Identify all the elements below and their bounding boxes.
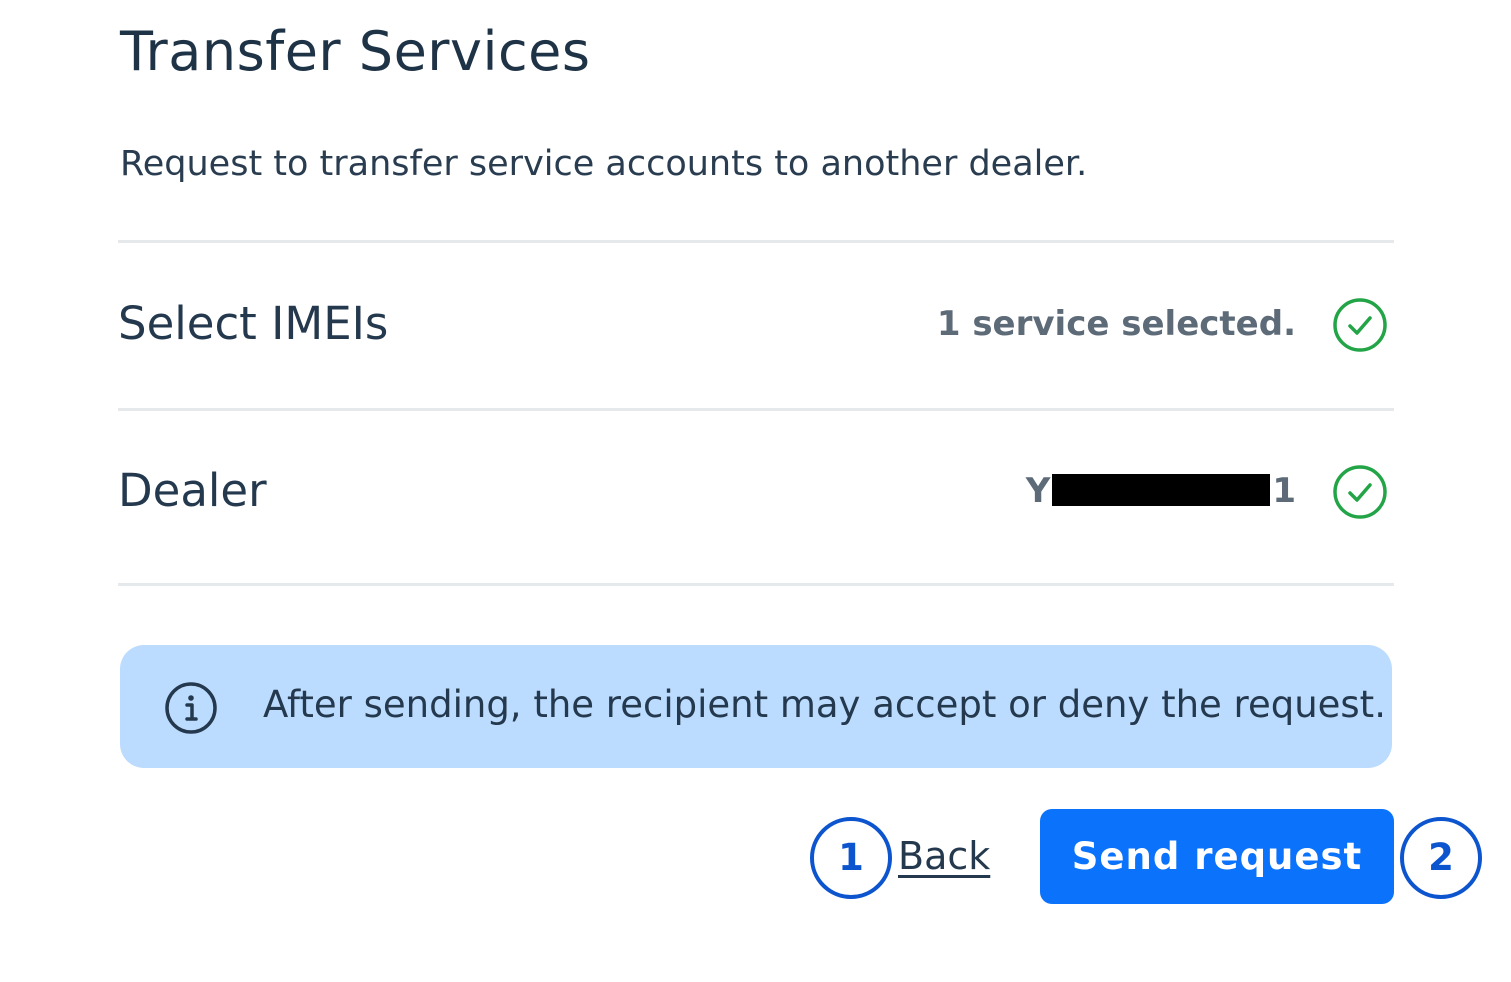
redaction-bar: [1052, 474, 1271, 506]
check-circle-icon: [1333, 465, 1387, 519]
info-banner: After sending, the recipient may accept …: [120, 645, 1392, 768]
annotation-marker-2: 2: [1400, 817, 1482, 899]
select-imeis-row[interactable]: Select IMEIs 1 service selected.: [118, 294, 1394, 354]
dealer-value-prefix: Y: [1025, 471, 1051, 511]
annotation-marker-1: 1: [810, 817, 892, 899]
send-request-button[interactable]: Send request: [1040, 809, 1394, 904]
info-banner-text: After sending, the recipient may accept …: [263, 683, 1386, 726]
info-icon: [165, 682, 217, 734]
dealer-value: Y1: [1026, 465, 1296, 517]
transfer-services-page: Transfer Services Request to transfer se…: [0, 0, 1511, 982]
divider: [118, 408, 1394, 411]
page-title: Transfer Services: [120, 20, 591, 83]
page-subtitle: Request to transfer service accounts to …: [120, 144, 1088, 184]
dealer-row[interactable]: Dealer Y1: [118, 461, 1394, 521]
dealer-label: Dealer: [118, 464, 267, 517]
back-link[interactable]: Back: [898, 830, 990, 882]
select-imeis-value: 1 service selected.: [936, 304, 1296, 344]
dealer-value-suffix: 1: [1272, 471, 1296, 511]
divider: [118, 583, 1394, 586]
divider: [118, 240, 1394, 243]
check-circle-icon: [1333, 298, 1387, 352]
select-imeis-label: Select IMEIs: [118, 297, 389, 350]
